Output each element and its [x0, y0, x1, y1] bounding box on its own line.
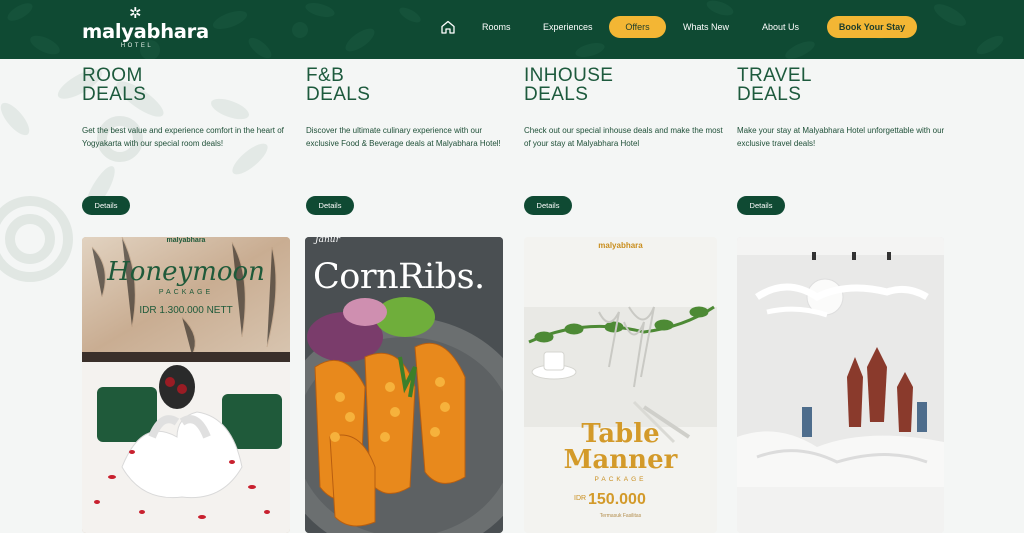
deal-description: Make your stay at Malyabhara Hotel unfor…	[737, 126, 945, 148]
card-subtitle: PACKAGE	[594, 476, 647, 483]
travel-illustration	[737, 237, 944, 533]
travel-deals-section: TRAVEL DEALS Make your stay at Malyabhara…	[737, 65, 967, 215]
cornribs-card[interactable]: Janur CornRibs.	[305, 237, 503, 533]
book-your-stay-button[interactable]: Book Your Stay	[827, 16, 917, 38]
deal-description: Discover the ultimate culinary experienc…	[306, 126, 501, 148]
card-brand: Janur	[315, 237, 340, 245]
table-manner-illustration	[524, 237, 717, 533]
card-price: IDR 1.300.000 NETT	[139, 305, 233, 316]
card-title-line-2: Manner	[563, 445, 678, 475]
nav-rooms[interactable]: Rooms	[482, 22, 511, 32]
hotel-logo[interactable]: ✲ malyabhara HOTEL	[82, 5, 209, 50]
home-icon[interactable]	[440, 19, 456, 35]
travel-card[interactable]	[737, 237, 944, 533]
nav-whats-new[interactable]: Whats New	[683, 22, 729, 32]
card-title-line-1: Table	[581, 419, 660, 449]
top-navigation-bar: ✲ malyabhara HOTEL Rooms Experiences Off…	[0, 0, 1024, 59]
travel-deals-details-button[interactable]: Details	[737, 196, 785, 215]
card-note: Termasuk Fasilitas	[599, 513, 642, 519]
fnb-deals-details-button[interactable]: Details	[306, 196, 354, 215]
logo-flower-icon: ✲	[129, 5, 142, 22]
deal-title: TRAVEL DEALS	[737, 65, 812, 105]
deal-title: F&B DEALS	[306, 65, 371, 105]
nav-offers[interactable]: Offers	[609, 16, 666, 38]
logo-subtitle: HOTEL	[120, 43, 154, 49]
logo-name: malyabhara	[82, 20, 209, 43]
honeymoon-package-card[interactable]: malyabhara Honeymoon PACKAGE IDR 1.300.0…	[82, 237, 290, 533]
deal-title: INHOUSE DEALS	[524, 65, 614, 105]
deal-description: Check out our special inhouse deals and …	[524, 126, 723, 148]
nav-experiences[interactable]: Experiences	[543, 22, 593, 32]
inhouse-deals-details-button[interactable]: Details	[524, 196, 572, 215]
card-title: Honeymoon	[107, 257, 265, 287]
fnb-deals-section: F&B DEALS Discover the ultimate culinary …	[306, 65, 536, 215]
room-deals-details-button[interactable]: Details	[82, 196, 130, 215]
nav-about-us[interactable]: About Us	[762, 22, 799, 32]
card-brand: malyabhara	[166, 237, 206, 244]
card-subtitle: PACKAGE	[158, 289, 214, 296]
inhouse-deals-section: INHOUSE DEALS Check out our special inhou…	[524, 65, 754, 215]
table-manner-card[interactable]: malyabhara Table Manner PACKAGE IDR 150.…	[524, 237, 717, 533]
card-title: CornRibs.	[313, 257, 485, 297]
card-price-prefix: IDR	[574, 495, 587, 502]
room-deals-section: ROOM DEALS Get the best value and experie…	[82, 65, 312, 215]
deal-description: Get the best value and experience comfor…	[82, 126, 284, 148]
card-brand: malyabhara	[598, 241, 643, 250]
deal-title: ROOM DEALS	[82, 65, 147, 105]
card-price: 150.000	[588, 491, 646, 508]
